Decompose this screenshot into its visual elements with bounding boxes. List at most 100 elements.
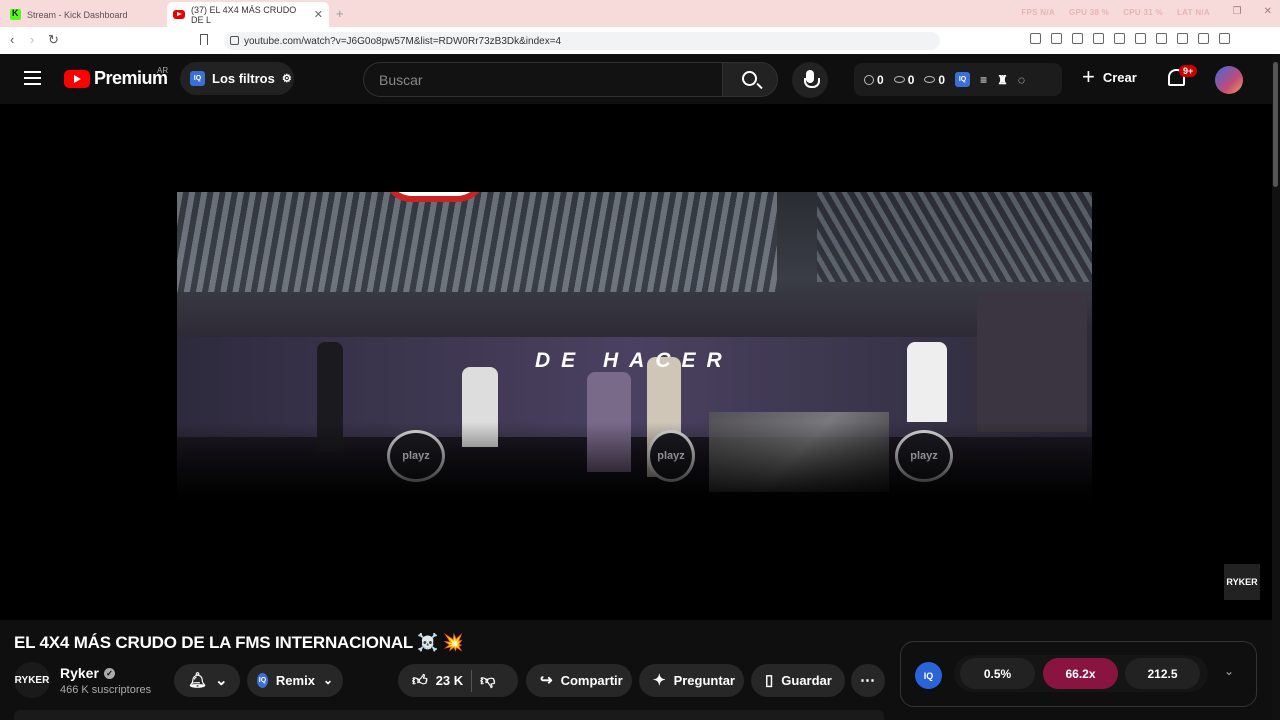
address-bar-row: ‹ › ↻ youtube.com/watch?v=J6G0o8pw57M&li…: [0, 27, 1280, 54]
crowd-figure: [907, 342, 947, 422]
remix-button[interactable]: IQ Remix ⌄: [247, 664, 343, 697]
reload-icon[interactable]: ↻: [48, 32, 59, 48]
download-icon[interactable]: [1093, 33, 1104, 44]
browser-tab-youtube[interactable]: (37) EL 4X4 MÁS CRUDO DE L ✕: [167, 2, 329, 27]
sparkle-icon: ✦: [653, 672, 666, 689]
back-icon[interactable]: ‹: [10, 32, 14, 47]
notification-badge: 9+: [1179, 65, 1198, 77]
ask-button[interactable]: ✦ Preguntar: [639, 664, 744, 697]
menu-icon[interactable]: [1219, 33, 1230, 44]
more-dots-icon: ⋯: [860, 672, 875, 689]
trophy-icon[interactable]: ♜: [997, 73, 1008, 87]
video-player[interactable]: DE HACER playz playz playz RYKER: [0, 104, 1272, 620]
save-label: Guardar: [781, 673, 832, 688]
eye-icon: [893, 76, 905, 83]
share-label: Compartir: [560, 673, 623, 688]
close-tab-icon[interactable]: ✕: [314, 8, 323, 21]
scrollbar-thumb[interactable]: [1273, 62, 1278, 187]
channel-name[interactable]: Ryker ✓: [60, 665, 115, 681]
search-button[interactable]: [722, 62, 778, 97]
user-avatar[interactable]: [1215, 66, 1243, 94]
video-title: EL 4X4 MÁS CRUDO DE LA FMS INTERNACIONAL…: [14, 633, 464, 652]
verified-icon: ✓: [103, 667, 115, 679]
channel-avatar[interactable]: RYKER: [14, 662, 50, 698]
hamburger-menu-icon[interactable]: [24, 71, 41, 85]
ask-label: Preguntar: [673, 673, 735, 688]
eye-off-icon: [924, 76, 936, 83]
plus-icon: +: [1082, 64, 1095, 89]
new-tab-icon[interactable]: +: [336, 6, 344, 21]
counter-clock: 0: [864, 73, 884, 87]
bookmark-icon[interactable]: [200, 34, 208, 45]
counter-value: 0: [938, 72, 946, 87]
description-box[interactable]: [14, 710, 884, 720]
kick-favicon-icon: [10, 8, 21, 20]
counter-views: 0: [893, 73, 914, 87]
wallet-icon[interactable]: [1156, 33, 1167, 44]
metric-group: 0.5% 66.2x 212.5: [954, 655, 1208, 692]
site-info-icon[interactable]: [230, 36, 239, 45]
bell-icon: 🔔︎: [188, 672, 208, 689]
chevron-down-icon: ⌄: [215, 672, 228, 689]
gpu-stat: GPU 38 %: [1068, 8, 1110, 17]
like-count[interactable]: 23 K: [436, 673, 463, 688]
extensions-toolbar: [1030, 33, 1230, 44]
restore-window-icon[interactable]: ❐: [1233, 6, 1242, 17]
save-button[interactable]: ▯ Guardar: [751, 664, 845, 697]
divider: [471, 669, 473, 692]
subscribe-notifications-button[interactable]: 🔔︎ ⌄: [174, 664, 240, 697]
thumbs-down-icon[interactable]: 👎︎: [480, 673, 495, 688]
browser-tab-strip: Stream - Kick Dashboard (37) EL 4X4 MÁS …: [0, 0, 1280, 27]
more-actions-button[interactable]: ⋯: [851, 664, 885, 697]
iq-extension-icon: IQ: [190, 71, 205, 86]
list-icon[interactable]: ≡: [980, 73, 987, 87]
metric-percent: 0.5%: [960, 658, 1035, 689]
browser-tab-kick[interactable]: Stream - Kick Dashboard: [4, 2, 162, 27]
share-button[interactable]: ↪ Compartir: [526, 664, 632, 697]
forward-icon[interactable]: ›: [30, 32, 34, 47]
chevron-down-icon[interactable]: ⌄: [1224, 664, 1234, 678]
music-icon[interactable]: [1114, 33, 1125, 44]
url-field[interactable]: youtube.com/watch?v=J6G0o8pw57M&list=RDW…: [224, 32, 940, 50]
share-icon: ↪: [540, 672, 553, 689]
filters-label: Los filtros: [212, 71, 275, 86]
youtube-premium-logo[interactable]: Premium: [64, 68, 168, 89]
counter-value: 0: [877, 72, 884, 87]
perf-stats: FPS N/A GPU 38 % CPU 31 % LAT N/A: [1021, 8, 1210, 17]
remix-label: Remix: [275, 673, 315, 688]
tab-title: Stream - Kick Dashboard: [27, 9, 128, 20]
shield-icon[interactable]: [1177, 33, 1188, 44]
url-text: youtube.com/watch?v=J6G0o8pw57M&list=RDW…: [244, 35, 562, 47]
sliders-icon: ⚙: [281, 73, 292, 85]
youtube-favicon-icon: [173, 10, 185, 19]
iq-icon[interactable]: IQ: [955, 72, 971, 87]
search-input[interactable]: Buscar: [363, 62, 723, 97]
stage-screen-right: [817, 192, 1092, 282]
channel-watermark[interactable]: RYKER: [1224, 564, 1260, 600]
iq-logo-icon[interactable]: IQ: [915, 662, 942, 689]
video-frame[interactable]: DE HACER playz playz playz: [177, 192, 1092, 540]
voice-search-icon[interactable]: [792, 62, 828, 98]
metric-multiplier: 66.2x: [1043, 658, 1118, 689]
chevron-down-icon: ⌄: [322, 673, 333, 687]
close-window-icon[interactable]: ✕: [1264, 6, 1272, 17]
metric-score: 212.5: [1125, 658, 1200, 689]
extension-icon[interactable]: [1030, 33, 1041, 44]
crowd-silhouette: [177, 422, 1092, 540]
video-overlay-text: DE HACER: [535, 349, 733, 372]
vpn-icon[interactable]: [1198, 33, 1209, 44]
sidebar-icon[interactable]: [1135, 33, 1146, 44]
crowd-figure: [977, 292, 1087, 432]
youtube-header: Premium AR IQ Los filtros ⚙ Buscar 0 0 0…: [0, 54, 1280, 104]
channel-name-text: Ryker: [60, 665, 99, 681]
create-button[interactable]: + Crear: [1082, 64, 1137, 89]
puzzle-icon[interactable]: [1072, 33, 1083, 44]
translate-icon[interactable]: [1051, 33, 1062, 44]
fps-stat: FPS N/A: [1021, 8, 1055, 17]
thumbs-up-icon[interactable]: 👍︎: [412, 673, 428, 688]
bookmark-icon: ▯: [765, 672, 774, 689]
lat-stat: LAT N/A: [1176, 8, 1210, 17]
filters-button[interactable]: IQ Los filtros ⚙: [180, 62, 294, 95]
search-icon: [742, 71, 757, 86]
chat-icon[interactable]: ◌: [1018, 73, 1025, 87]
